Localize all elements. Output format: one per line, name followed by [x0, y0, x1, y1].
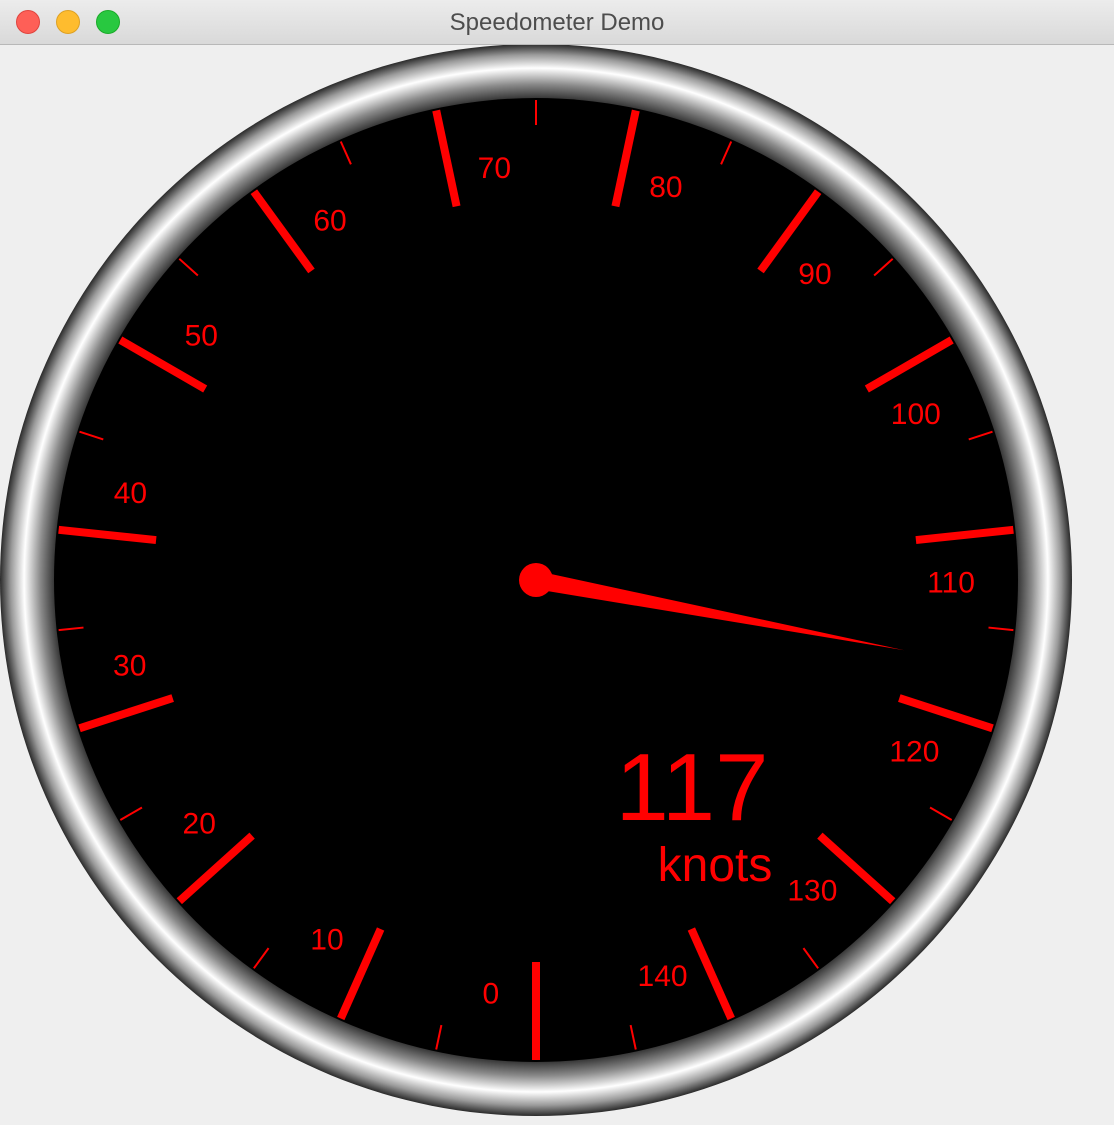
tick-label: 30: [113, 650, 146, 683]
needle-hub: [519, 563, 553, 597]
tick-label: 100: [891, 398, 941, 431]
tick-label: 20: [183, 808, 216, 841]
speedometer-gauge: 0 10 20 30 40 50 60 70 80 90 100 110 120 130 140 117 k…: [0, 44, 1072, 1116]
tick-label: 120: [889, 735, 939, 768]
content-area: 0 10 20 30 40 50 60 70 80 90 100 110 120 130 140 117 k…: [0, 44, 1114, 1120]
tick-label: 0: [483, 978, 500, 1011]
tick-label: 60: [313, 205, 346, 238]
tick-label: 80: [649, 171, 682, 204]
tick-label: 40: [114, 477, 147, 510]
tick-label: 140: [638, 960, 688, 993]
tick-label: 10: [310, 924, 343, 957]
app-window: Speedometer Demo 0 10 20 30 40 50 60 70 80 90 100 1…: [0, 0, 1114, 1120]
tick-label: 50: [185, 320, 218, 353]
title-bar[interactable]: Speedometer Demo: [0, 0, 1114, 45]
speed-readout: 117: [615, 734, 768, 841]
tick-label: 70: [478, 152, 511, 185]
window-title: Speedometer Demo: [449, 9, 665, 36]
speed-unit: knots: [658, 839, 773, 892]
tick-label: 130: [787, 875, 837, 908]
tick-label: 90: [798, 258, 831, 291]
tick-label: 110: [927, 567, 975, 600]
